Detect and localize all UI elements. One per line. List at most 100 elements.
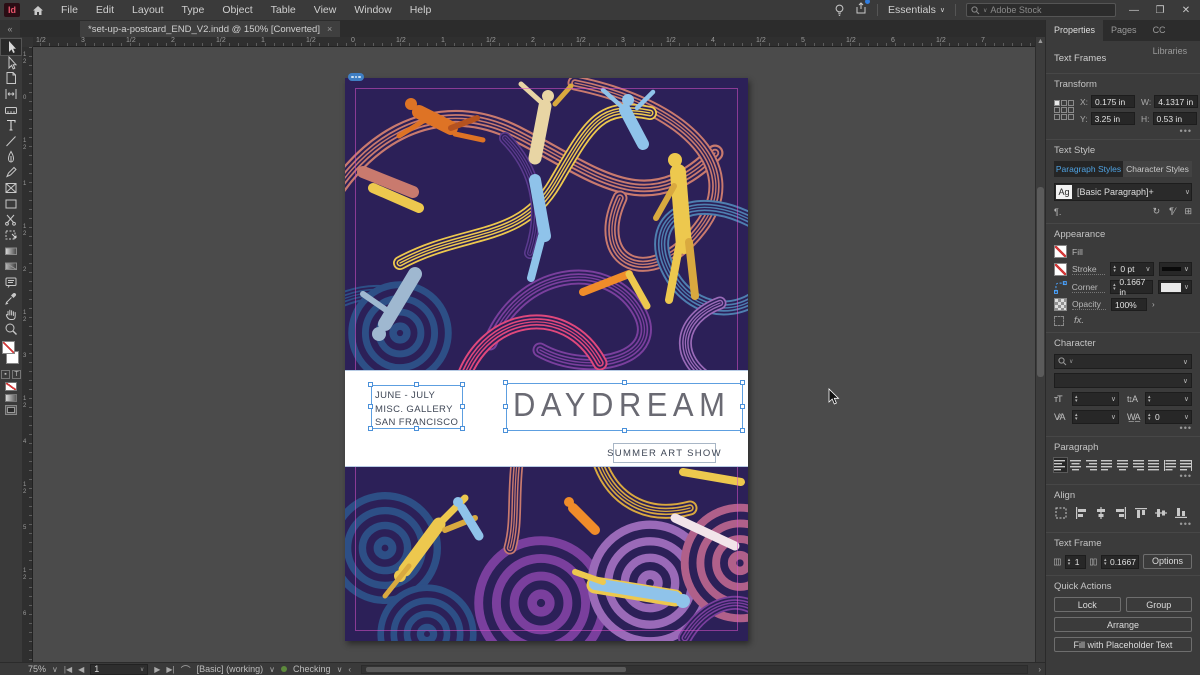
share-icon[interactable]: [855, 1, 867, 19]
justify-all-button[interactable]: [1148, 458, 1161, 472]
menu-file[interactable]: File: [52, 0, 87, 20]
page-number-field[interactable]: 1∨: [90, 664, 148, 675]
content-grabber-badge[interactable]: [348, 73, 364, 81]
new-style-icon[interactable]: ⊞: [1184, 206, 1192, 217]
paragraph-style-dropdown[interactable]: Ag [Basic Paragraph]+ ∨: [1054, 183, 1192, 201]
reference-point-selector[interactable]: [1054, 100, 1074, 120]
align-bottom-edges-button[interactable]: [1174, 506, 1188, 520]
horizontal-scrollbar[interactable]: [361, 665, 1028, 674]
menu-help[interactable]: Help: [401, 0, 441, 20]
selection-handle[interactable]: [414, 426, 419, 431]
justify-last-center-button[interactable]: [1117, 458, 1130, 472]
stroke-color-swatch[interactable]: [1054, 263, 1067, 276]
justify-last-right-button[interactable]: [1132, 458, 1145, 472]
align-left-edges-button[interactable]: [1074, 506, 1088, 520]
fx-icon[interactable]: fx.: [1074, 315, 1084, 326]
pen-tool[interactable]: [1, 149, 21, 165]
menu-table[interactable]: Table: [262, 0, 305, 20]
close-button[interactable]: ✕: [1178, 5, 1194, 16]
learn-lightbulb-icon[interactable]: [834, 4, 845, 17]
tab-close-icon[interactable]: ×: [327, 24, 332, 34]
page-tool[interactable]: [1, 70, 21, 86]
dates-text-frame[interactable]: JUNE - JULY MISC. GALLERY SAN FRANCISCO: [371, 385, 463, 429]
align-top-edges-button[interactable]: [1134, 506, 1148, 520]
align-to-selector-button[interactable]: [1054, 506, 1068, 520]
home-icon[interactable]: [32, 5, 44, 16]
apply-gradient-button[interactable]: [5, 394, 17, 402]
last-page-button[interactable]: ▶|: [166, 665, 174, 674]
stroke-weight-field[interactable]: ▴▾ 0 pt ∨: [1110, 262, 1153, 276]
selection-handle[interactable]: [414, 382, 419, 387]
paragraph-style-options-icon[interactable]: ¶.: [1054, 207, 1061, 217]
selection-handle[interactable]: [368, 404, 373, 409]
panel-tab-properties[interactable]: Properties: [1046, 20, 1103, 41]
transform-more-options[interactable]: •••: [1180, 126, 1192, 136]
corner-shape-dropdown[interactable]: ∨: [1158, 280, 1192, 294]
menu-view[interactable]: View: [305, 0, 346, 20]
font-style-dropdown[interactable]: ∨: [1054, 373, 1192, 388]
title-text-frame[interactable]: DAYDREAM: [506, 383, 743, 431]
align-more-options[interactable]: •••: [1180, 519, 1192, 529]
align-toward-spine-button[interactable]: [1164, 458, 1177, 472]
preflight-menu-icon[interactable]: ⌒: [181, 662, 191, 675]
corner-label[interactable]: Corner: [1072, 282, 1105, 293]
kerning-field[interactable]: ▴ ▾ ∨: [1072, 410, 1119, 424]
selection-handle[interactable]: [503, 404, 508, 409]
opacity-flyout-icon[interactable]: ›: [1152, 300, 1155, 309]
document-tab[interactable]: *set-up-a-postcard_END_V2.indd @ 150% [C…: [80, 21, 340, 37]
justify-last-left-button[interactable]: [1101, 458, 1114, 472]
opacity-field[interactable]: 100%: [1111, 298, 1147, 311]
panel-tab-cc-libraries[interactable]: CC Libraries: [1145, 20, 1200, 41]
preflight-dropdown-icon[interactable]: ∨: [337, 665, 343, 674]
character-more-options[interactable]: •••: [1180, 423, 1192, 433]
direct-selection-tool[interactable]: [1, 55, 21, 71]
minimize-button[interactable]: —: [1126, 5, 1142, 16]
align-horizontal-centers-button[interactable]: [1094, 506, 1108, 520]
clear-overrides-icon[interactable]: ¶⁄: [1169, 206, 1175, 217]
scroll-right-icon[interactable]: ›: [1038, 665, 1041, 674]
zoom-dropdown-icon[interactable]: ∨: [52, 665, 58, 674]
align-away-from-spine-button[interactable]: [1179, 458, 1192, 472]
stroke-type-dropdown[interactable]: ∨: [1159, 262, 1192, 276]
lock-button[interactable]: Lock: [1054, 597, 1121, 612]
vertical-scroll-thumb[interactable]: [1037, 187, 1044, 377]
selection-handle[interactable]: [740, 428, 745, 433]
rectangle-tool[interactable]: [1, 196, 21, 212]
selection-tool[interactable]: [1, 39, 21, 55]
panel-tab-pages[interactable]: Pages: [1103, 20, 1145, 41]
type-tool[interactable]: [1, 117, 21, 133]
x-position-field[interactable]: 0.175 in: [1091, 95, 1135, 108]
menu-layout[interactable]: Layout: [123, 0, 173, 20]
vertical-scrollbar[interactable]: ▲: [1035, 37, 1045, 662]
note-tool[interactable]: [1, 274, 21, 290]
style-tab-character-styles[interactable]: Character Styles: [1123, 161, 1192, 177]
previous-page-button[interactable]: ◀: [78, 665, 84, 674]
paragraph-more-options[interactable]: •••: [1180, 471, 1192, 481]
fill-stroke-proxy[interactable]: [2, 341, 20, 367]
formatting-affects-container-button[interactable]: ▪: [1, 370, 10, 379]
horizontal-scroll-thumb[interactable]: [366, 667, 626, 672]
gutter-field[interactable]: ▴▾0.1667: [1101, 555, 1139, 569]
content-collector-tool[interactable]: [1, 102, 21, 118]
menu-edit[interactable]: Edit: [87, 0, 123, 20]
collapse-panels-icon[interactable]: «: [0, 20, 20, 37]
eyedropper-tool[interactable]: [1, 290, 21, 306]
line-tool[interactable]: [1, 133, 21, 149]
selection-handle[interactable]: [368, 426, 373, 431]
fill-swatch-none[interactable]: [2, 341, 15, 354]
first-page-button[interactable]: |◀: [64, 665, 72, 674]
align-right-button[interactable]: [1085, 458, 1098, 472]
align-vertical-centers-button[interactable]: [1154, 506, 1168, 520]
arrange-button[interactable]: Arrange: [1054, 617, 1192, 632]
ruler-origin-corner[interactable]: [22, 37, 33, 47]
selection-handle[interactable]: [622, 380, 627, 385]
redefine-style-icon[interactable]: ↻: [1153, 206, 1161, 217]
align-left-button[interactable]: [1054, 458, 1067, 472]
fill-with-placeholder-text-button[interactable]: Fill with Placeholder Text: [1054, 637, 1192, 652]
preset-dropdown-icon[interactable]: ∨: [269, 665, 275, 674]
preflight-profile[interactable]: [Basic] (working): [197, 664, 264, 674]
zoom-tool[interactable]: [1, 321, 21, 337]
frame-tool[interactable]: [1, 180, 21, 196]
pencil-tool[interactable]: [1, 165, 21, 181]
width-field[interactable]: 4.1317 in: [1154, 95, 1198, 108]
